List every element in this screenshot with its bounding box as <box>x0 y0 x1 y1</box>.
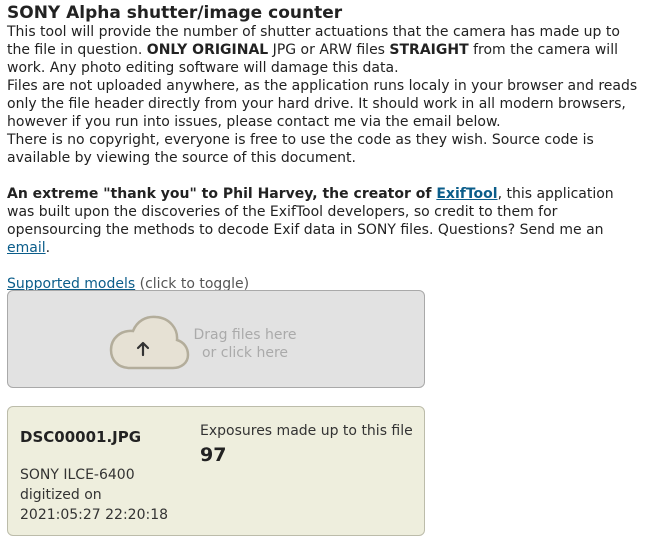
drop-zone-line-1: Drag files here <box>193 327 297 343</box>
camera-model: SONY ILCE-6400 <box>20 467 135 483</box>
thanks-end: . <box>45 240 51 256</box>
intro-text-2: JPG or ARW files <box>268 42 390 58</box>
file-name: DSC00001.JPG <box>20 428 142 446</box>
thanks-paragraph: An extreme "thank you" to Phil Harvey, t… <box>7 185 643 257</box>
digitized-label: digitized on <box>20 487 102 503</box>
privacy-paragraph: Files are not uploaded anywhere, as the … <box>7 78 638 130</box>
email-link[interactable]: email <box>7 240 46 256</box>
exiftool-link[interactable]: ExifTool <box>436 186 497 202</box>
copyright-paragraph: There is no copyright, everyone is free … <box>7 132 594 166</box>
intro-emphasis-straight: STRAIGHT <box>389 42 469 58</box>
exposures-label: Exposures made up to this file <box>200 423 413 439</box>
file-meta: SONY ILCE-6400 digitized on 2021:05:27 2… <box>20 465 190 525</box>
content: SONY Alpha shutter/image counter This to… <box>7 3 643 293</box>
intro-paragraph: This tool will provide the number of shu… <box>7 23 643 77</box>
drop-zone-line-2: or click here <box>201 345 289 361</box>
digitized-date: 2021:05:27 22:20:18 <box>20 507 169 523</box>
thanks-text-bold: An extreme "thank you" to Phil Harvey, t… <box>7 186 437 202</box>
drop-zone-text: Drag files here or click here <box>180 326 310 362</box>
page-title: SONY Alpha shutter/image counter <box>7 3 343 23</box>
exposures-count: 97 <box>200 444 227 466</box>
intro-emphasis-original: ONLY ORIGINAL <box>146 42 269 58</box>
file-drop-zone[interactable]: Drag files here or click here <box>7 290 425 388</box>
result-card: DSC00001.JPG SONY ILCE-6400 digitized on… <box>7 406 425 536</box>
cloud-upload-icon <box>109 315 190 370</box>
